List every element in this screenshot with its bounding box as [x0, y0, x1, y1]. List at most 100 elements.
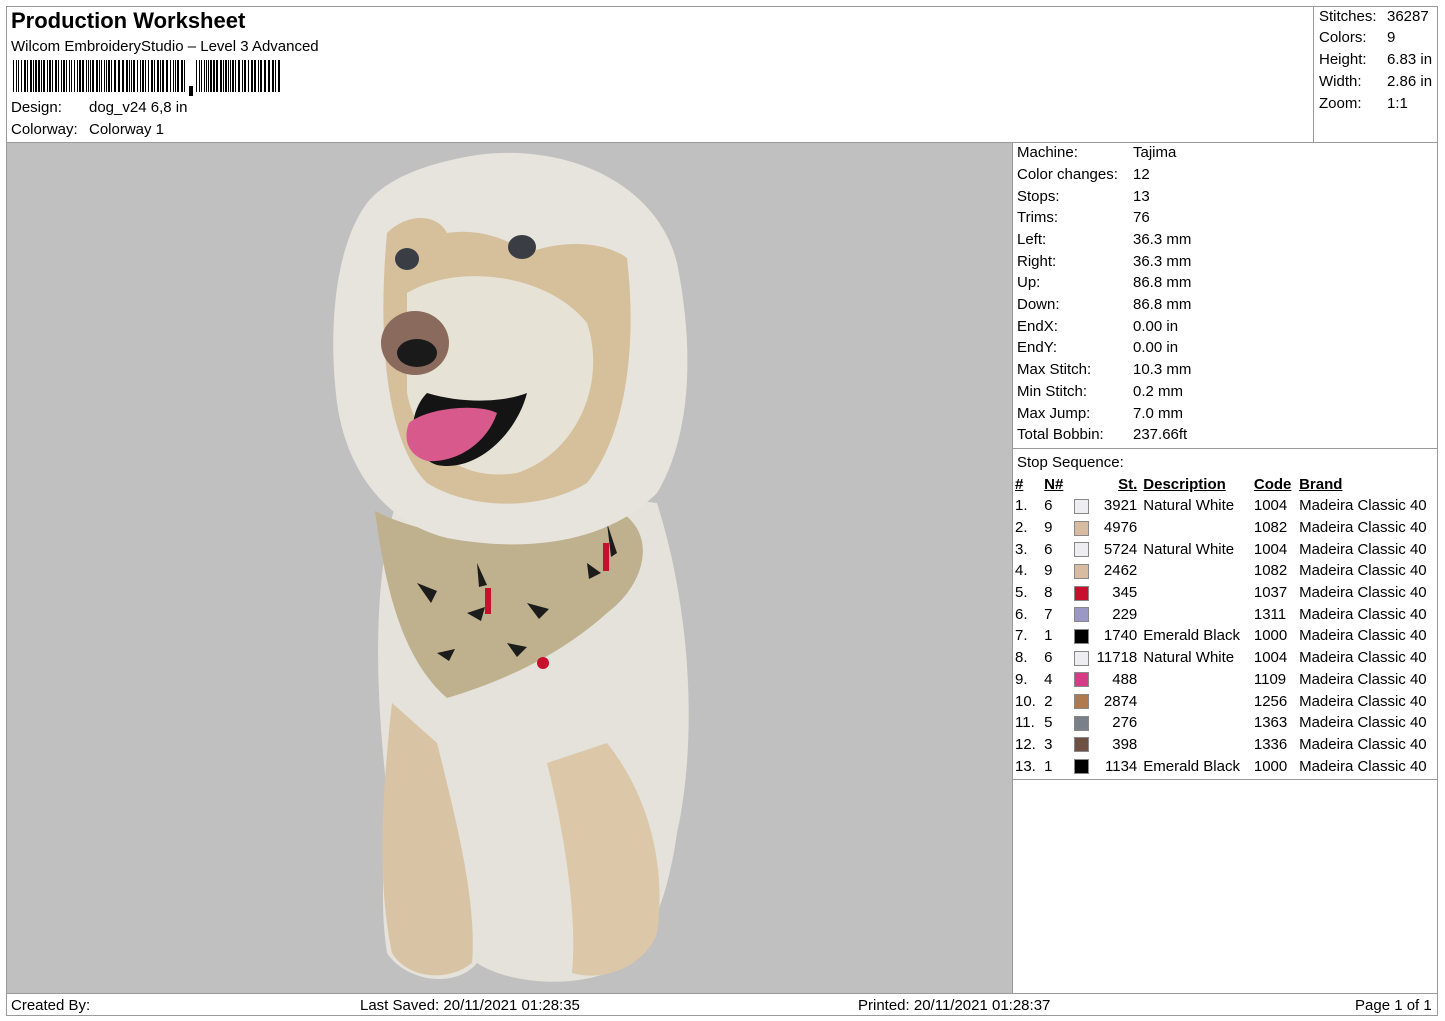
row-description: Emerald Black	[1143, 757, 1240, 775]
machine-info-panel: Machine: Tajima Color changes: 12 Stops: 13…	[1013, 143, 1438, 993]
row-brand: Madeira Classic 40	[1299, 735, 1427, 753]
barcode-bar	[208, 60, 209, 92]
color-swatch-icon	[1073, 737, 1089, 753]
row-swatch	[1069, 669, 1094, 691]
stat-row: Stitches: 36287	[1319, 8, 1429, 28]
row-description	[1143, 560, 1254, 582]
row-needle: 1	[1044, 627, 1053, 645]
info-row: Color changes: 12	[1017, 166, 1150, 186]
barcode-bar	[275, 60, 276, 92]
barcode-image	[13, 60, 280, 96]
info-row: EndX: 0.00 in	[1017, 318, 1178, 338]
row-needle: 6	[1044, 649, 1053, 667]
color-swatch-icon	[1073, 498, 1089, 514]
barcode-bar	[154, 60, 155, 92]
info-label: Right:	[1017, 253, 1057, 270]
row-brand: Madeira Classic 40	[1299, 540, 1427, 558]
barcode-bar	[278, 60, 280, 92]
row-brand: Madeira Classic 40	[1299, 605, 1427, 623]
row-code: 1000	[1253, 757, 1288, 775]
table-row: 8. 6 11718 Natural White 1004 Madeira Classic…	[1015, 647, 1438, 669]
barcode-bar	[272, 60, 274, 92]
row-index: 8.	[1015, 649, 1028, 667]
row-stitches: 229	[1112, 605, 1138, 623]
row-index: 7.	[1015, 627, 1028, 645]
barcode-bar	[90, 60, 91, 92]
row-brand: Madeira Classic 40	[1299, 714, 1427, 732]
row-needle: 5	[1044, 714, 1053, 732]
info-label: Up:	[1017, 274, 1041, 291]
barcode-bar	[232, 60, 234, 92]
info-row: Trims: 76	[1017, 209, 1150, 229]
row-code: 1082	[1253, 562, 1288, 580]
info-row: Left: 36.3 mm	[1017, 231, 1191, 251]
barcode-bar	[104, 60, 105, 92]
info-row: Max Stitch: 10.3 mm	[1017, 361, 1191, 381]
row-code: 1109	[1253, 670, 1287, 688]
barcode-bar	[131, 60, 132, 92]
stat-row: Colors: 9	[1319, 29, 1395, 49]
color-swatch-icon	[1073, 650, 1089, 666]
barcode-bar	[148, 60, 149, 92]
barcode-bar	[175, 60, 176, 92]
barcode-bar	[108, 60, 110, 92]
info-value: 0.00 in	[1133, 318, 1179, 335]
row-stitches: 4976	[1103, 519, 1138, 537]
table-row: 11. 5 276 1363 Madeira Classic 40	[1015, 712, 1438, 734]
barcode-bar	[196, 60, 197, 92]
barcode-bar	[99, 60, 100, 92]
barcode-bar	[133, 60, 135, 92]
row-description: Natural White	[1143, 649, 1235, 667]
barcode-bar	[86, 60, 87, 92]
printed-date: Printed: 20/11/2021 01:28:37	[858, 997, 1051, 1014]
color-swatch-icon	[1073, 585, 1089, 601]
barcode-bar	[170, 60, 171, 92]
row-needle: 9	[1044, 562, 1053, 580]
stat-value: 9	[1387, 29, 1396, 46]
barcode-bar	[61, 60, 62, 92]
column-header-index: #	[1015, 476, 1024, 493]
divider	[1013, 448, 1438, 449]
color-swatch-icon	[1073, 672, 1089, 688]
row-code: 1336	[1253, 735, 1288, 753]
row-needle: 2	[1044, 692, 1053, 710]
row-brand: Madeira Classic 40	[1299, 692, 1427, 710]
row-stitches: 276	[1112, 714, 1138, 732]
row-code: 1363	[1253, 714, 1288, 732]
row-needle: 8	[1044, 584, 1053, 602]
row-brand: Madeira Classic 40	[1299, 562, 1427, 580]
row-description	[1143, 669, 1254, 691]
column-header-swatch	[1069, 474, 1094, 495]
info-value: 76	[1133, 209, 1150, 226]
row-swatch	[1069, 625, 1094, 647]
info-row: Down: 86.8 mm	[1017, 296, 1191, 316]
barcode-bar	[140, 60, 141, 92]
row-code: 1004	[1253, 497, 1288, 515]
info-label: EndY:	[1017, 339, 1058, 356]
stat-row: Width: 2.86 in	[1319, 73, 1432, 93]
design-stats: Stitches: 36287 Colors: 9 Height: 6.83 in W…	[1314, 7, 1438, 143]
barcode-bar	[199, 60, 200, 92]
barcode-bar	[264, 60, 266, 92]
row-index: 1.	[1015, 497, 1028, 515]
row-description	[1143, 690, 1254, 712]
barcode-bar	[260, 60, 262, 92]
barcode-bar	[162, 60, 164, 92]
row-swatch	[1069, 495, 1094, 517]
barcode-bar	[210, 60, 212, 92]
info-row: Right: 36.3 mm	[1017, 253, 1191, 273]
row-stitches: 488	[1112, 670, 1138, 688]
table-row: 13. 1 1134 Emerald Black 1000 Madeira Classic…	[1015, 755, 1438, 777]
row-swatch	[1069, 690, 1094, 712]
barcode-bar	[126, 60, 128, 92]
barcode-bar	[248, 60, 249, 92]
software-name: Wilcom EmbroideryStudio – Level 3 Advanc…	[11, 38, 319, 55]
design-label: Design:	[11, 99, 62, 116]
row-needle: 3	[1044, 735, 1053, 753]
row-index: 10.	[1015, 692, 1036, 710]
barcode-bar	[244, 60, 246, 92]
row-stitches: 2874	[1103, 692, 1138, 710]
row-swatch	[1069, 582, 1094, 604]
row-description	[1143, 603, 1254, 625]
barcode-bar	[201, 60, 202, 92]
